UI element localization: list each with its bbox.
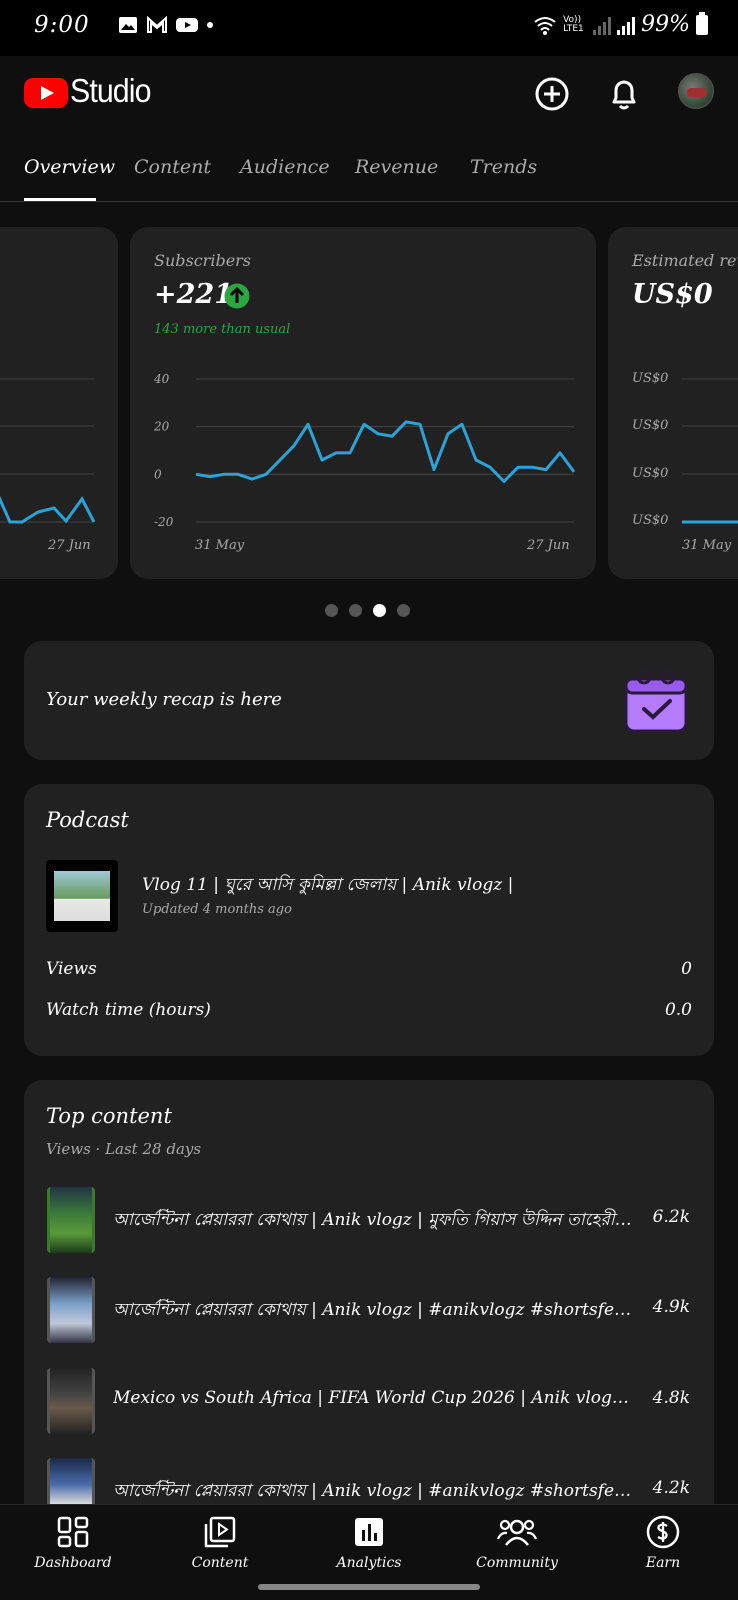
top-content-item[interactable]: Mexico vs South Africa | FIFA World Cup … bbox=[47, 1368, 690, 1434]
system-icons: Vo)) LTE1 99% bbox=[533, 11, 708, 37]
content-play-icon bbox=[204, 1516, 236, 1548]
analytics-icon bbox=[355, 1518, 383, 1546]
carousel-dot[interactable] bbox=[325, 604, 338, 617]
nav-label: Content bbox=[191, 1555, 249, 1571]
video-thumbnail bbox=[47, 1277, 95, 1343]
podcast-card: Podcast Vlog 11 | ঘুরে আসি কুমিল্লা জেলা… bbox=[24, 784, 714, 1056]
calendar-check-icon bbox=[624, 669, 688, 733]
video-views: 4.9k bbox=[652, 1297, 690, 1317]
podcast-item-subtitle: Updated 4 months ago bbox=[142, 902, 292, 917]
podcast-thumbnail[interactable] bbox=[46, 860, 118, 932]
lte-label: Vo)) LTE1 bbox=[563, 14, 584, 34]
tab-audience[interactable]: Audience bbox=[240, 156, 330, 178]
dashboard-icon bbox=[57, 1516, 89, 1548]
dot-icon bbox=[207, 22, 213, 28]
video-title: আর্জেন্টিনা প্লেয়াররা কোথায় | Anik vlo… bbox=[113, 1481, 633, 1501]
carousel-dots bbox=[325, 604, 410, 617]
subscribers-card[interactable]: Subscribers +221 143 more than usual 40 2… bbox=[130, 227, 596, 579]
video-title: আর্জেন্টিনা প্লেয়াররা কোথায় | Anik vlo… bbox=[113, 1210, 633, 1230]
y-tick-label: 20 bbox=[153, 420, 170, 434]
video-title: Mexico vs South Africa | FIFA World Cup … bbox=[113, 1388, 633, 1408]
video-views: 4.2k bbox=[652, 1478, 690, 1498]
podcast-title: Podcast bbox=[46, 808, 129, 832]
wifi-icon bbox=[534, 16, 556, 35]
notification-icons bbox=[118, 16, 214, 34]
weekly-recap-card[interactable]: Your weekly recap is here bbox=[24, 641, 714, 760]
carousel-dot[interactable] bbox=[349, 604, 362, 617]
video-views: 4.8k bbox=[652, 1388, 690, 1408]
previous-card-chart bbox=[0, 378, 96, 524]
status-bar: 9:00 Vo)) LTE1 99% bbox=[0, 0, 738, 56]
battery-text: 99% bbox=[641, 12, 690, 37]
views-label: Views bbox=[46, 959, 97, 979]
podcast-item-title[interactable]: Vlog 11 | ঘুরে আসি কুমিল্লা জেলায় | Ani… bbox=[142, 872, 513, 900]
video-title: আর্জেন্টিনা প্লেয়াররা কোথায় | Anik vlo… bbox=[113, 1300, 633, 1320]
gmail-icon bbox=[147, 16, 167, 33]
tab-revenue[interactable]: Revenue bbox=[355, 156, 438, 178]
create-plus-icon[interactable] bbox=[530, 72, 574, 116]
top-content-title: Top content bbox=[46, 1104, 172, 1128]
views-value: 0 bbox=[681, 959, 692, 979]
community-icon bbox=[497, 1519, 537, 1546]
previous-card-line bbox=[0, 495, 96, 524]
top-content-item[interactable]: আর্জেন্টিনা প্লেয়াররা কোথায় | Anik vlo… bbox=[47, 1458, 690, 1504]
video-views: 6.2k bbox=[652, 1207, 690, 1227]
app-title: Studio bbox=[70, 72, 151, 109]
y-tick-label: 40 bbox=[153, 372, 170, 386]
battery-icon bbox=[696, 11, 708, 35]
nav-label: Earn bbox=[645, 1555, 681, 1571]
tab-content[interactable]: Content bbox=[134, 156, 211, 178]
revenue-card[interactable]: Estimated rev US$0 US$0 US$0 US$0 US$0 3… bbox=[608, 227, 738, 579]
carousel-dot[interactable] bbox=[397, 604, 410, 617]
app-header: Studio bbox=[0, 56, 738, 146]
video-thumbnail bbox=[47, 1187, 95, 1253]
home-indicator bbox=[258, 1584, 480, 1590]
video-thumbnail bbox=[47, 1458, 95, 1504]
subscribers-chart: 40 20 0 -20 bbox=[153, 372, 576, 529]
dollar-icon bbox=[646, 1515, 680, 1549]
video-thumbnail bbox=[47, 1368, 95, 1434]
nav-content[interactable]: Content bbox=[160, 1515, 280, 1571]
nav-label: Analytics bbox=[336, 1555, 402, 1571]
y-tick-label: -20 bbox=[154, 515, 174, 529]
top-content-subtitle: Views · Last 28 days bbox=[46, 1140, 202, 1158]
active-tab-indicator bbox=[24, 198, 96, 201]
watch-time-label: Watch time (hours) bbox=[46, 1000, 211, 1020]
youtube-notif-icon bbox=[176, 18, 198, 32]
top-content-item[interactable]: আর্জেন্টিনা প্লেয়াররা কোথায় | Anik vlo… bbox=[47, 1277, 690, 1343]
signal-icon-2 bbox=[617, 15, 636, 35]
avatar[interactable] bbox=[678, 73, 714, 109]
chart-x-start: 31 May bbox=[195, 538, 245, 553]
nav-label: Community bbox=[476, 1555, 558, 1571]
signal-icon-1 bbox=[593, 15, 612, 35]
revenue-x-start: 31 May bbox=[682, 538, 732, 553]
nav-earn[interactable]: Earn bbox=[603, 1515, 723, 1571]
top-content-item[interactable]: আর্জেন্টিনা প্লেয়াররা কোথায় | Anik vlo… bbox=[47, 1187, 690, 1253]
watch-time-value: 0.0 bbox=[664, 1000, 692, 1020]
metric-card-previous[interactable]: 27 Jun bbox=[0, 227, 118, 579]
tab-bar: Overview Content Audience Revenue Trends bbox=[0, 146, 738, 202]
y-tick-label: 0 bbox=[154, 467, 162, 481]
revenue-chart bbox=[682, 378, 738, 524]
nav-label: Dashboard bbox=[34, 1555, 112, 1571]
youtube-logo-icon bbox=[24, 78, 68, 108]
status-time: 9:00 bbox=[34, 12, 90, 38]
carousel-dot-active[interactable] bbox=[373, 604, 386, 617]
tab-overview[interactable]: Overview bbox=[24, 156, 115, 178]
nav-community[interactable]: Community bbox=[457, 1515, 577, 1571]
nav-dashboard[interactable]: Dashboard bbox=[13, 1515, 133, 1571]
chart-x-end: 27 Jun bbox=[527, 538, 570, 553]
gallery-icon bbox=[119, 17, 137, 33]
bell-icon[interactable] bbox=[602, 72, 646, 116]
previous-card-x-end: 27 Jun bbox=[48, 538, 91, 553]
recap-text: Your weekly recap is here bbox=[46, 689, 282, 710]
nav-analytics[interactable]: Analytics bbox=[309, 1515, 429, 1571]
subscribers-series-line bbox=[195, 420, 576, 483]
tab-trends[interactable]: Trends bbox=[470, 156, 537, 178]
